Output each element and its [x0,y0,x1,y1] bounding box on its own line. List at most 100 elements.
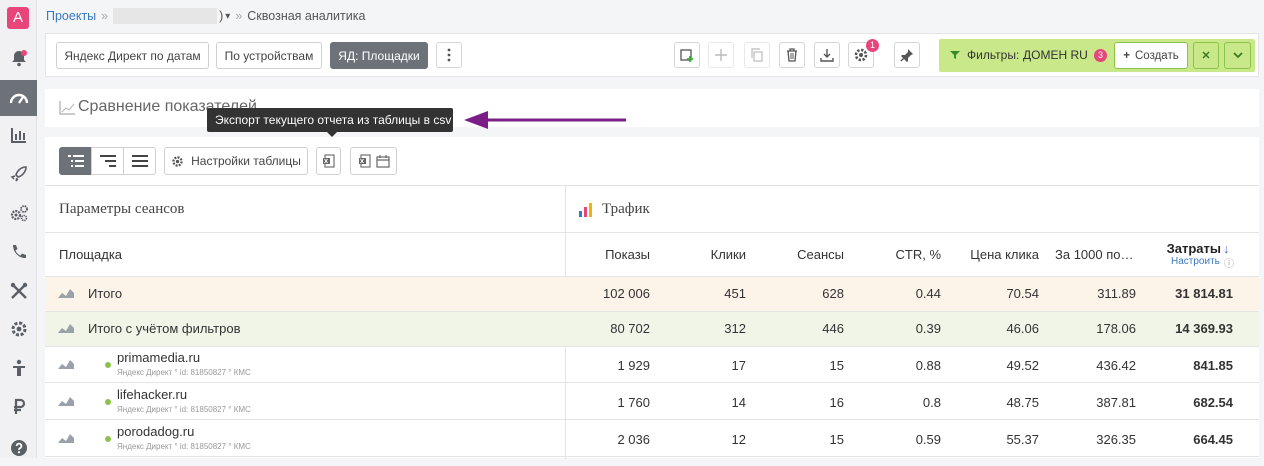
column-header-cpc[interactable]: Цена клика [955,247,1039,262]
tools-icon[interactable] [0,273,37,309]
cell-impressions: 80 702 [610,321,650,336]
column-header-per-1000[interactable]: За 1000 по… [1055,247,1134,262]
app-logo[interactable]: A [7,7,29,29]
more-vertical-icon [447,48,451,62]
cell-cost: 682.54 [1193,395,1233,410]
column-header-ctr[interactable]: CTR, % [865,247,942,262]
copy-button[interactable] [744,42,770,68]
settings-icon[interactable] [0,311,37,347]
report-button-yandex-by-dates[interactable]: Яндекс Директ по датам [56,42,209,69]
trend-icon[interactable] [58,433,74,443]
sidebar: A [0,0,37,458]
add-button[interactable] [708,42,734,68]
cell-cpc: 48.75 [1006,395,1039,410]
cell-impressions: 2 036 [617,432,650,447]
cell-cost: 31 814.81 [1175,286,1233,301]
download-button[interactable] [814,42,840,68]
cell-sessions: 15 [829,358,844,373]
cell-clicks: 17 [731,358,746,373]
breadcrumb-projects-link[interactable]: Проекты [46,9,96,23]
chevron-down-icon[interactable]: ▾ [225,11,230,22]
cell-sessions: 15 [829,432,844,447]
excel-file-icon [322,154,335,168]
filter-dropdown-button[interactable] [1224,42,1251,69]
rocket-icon[interactable] [0,156,37,192]
view-flat-button[interactable] [123,147,156,175]
help-icon[interactable] [0,430,37,466]
create-filter-label: Создать [1135,49,1179,62]
delete-button[interactable] [779,42,805,68]
sort-desc-icon[interactable]: ↓ [1223,241,1230,256]
tree-list-icon [67,155,84,167]
report-button-yd-sites[interactable]: ЯД: Площадки [330,42,428,69]
trend-icon[interactable] [58,359,74,369]
add-report-button[interactable] [674,42,700,68]
row-site-meta: Яндекс Директ ° id: 81850827 ° КМС [117,405,251,414]
breadcrumb-separator: » [101,9,109,23]
phone-icon[interactable] [0,234,37,270]
view-indent-button[interactable] [91,147,124,175]
active-filter[interactable]: ДОМЕН RU [1023,48,1088,62]
cell-impressions: 1 760 [617,395,650,410]
help-icon[interactable]: ⓘ [1224,255,1234,270]
excel-file-icon [358,154,371,168]
plus-icon: + [1123,49,1130,62]
create-filter-button[interactable]: + Создать [1114,42,1188,69]
cell-cpc: 46.06 [1006,321,1039,336]
breadcrumb-separator: » [235,9,243,23]
cell-per-1000: 387.81 [1096,395,1136,410]
column-header-impressions[interactable]: Показы [565,247,650,262]
cell-cost: 841.85 [1193,358,1233,373]
cell-impressions: 1 929 [617,358,650,373]
ruble-icon[interactable] [0,389,37,425]
user-icon[interactable] [0,350,37,386]
cell-clicks: 14 [731,395,746,410]
row-site-name[interactable]: lifehacker.ru [117,387,187,402]
row-name: Итого [88,286,123,301]
pin-button[interactable] [894,42,920,68]
gears-icon[interactable] [0,195,37,231]
export-csv-button[interactable] [316,147,341,175]
calendar-icon [375,155,390,168]
cell-per-1000: 178.06 [1096,321,1136,336]
dashboard-icon[interactable] [0,80,37,116]
row-site-name[interactable]: primamedia.ru [117,350,200,365]
row-divider [45,419,1259,420]
cell-clicks: 312 [724,321,746,336]
project-name-redacted[interactable] [113,8,218,24]
row-site-name[interactable]: porodadog.ru [117,424,194,439]
report-button-by-devices[interactable]: По устройствам [216,42,322,69]
cell-sessions: 16 [829,395,844,410]
reports-icon[interactable] [0,117,37,153]
plus-icon [715,49,727,61]
column-header-clicks[interactable]: Клики [665,247,746,262]
column-header-cost[interactable]: Затраты [1145,241,1221,256]
notifications-icon[interactable] [0,40,37,76]
cell-clicks: 451 [724,286,746,301]
trend-icon[interactable] [58,288,74,298]
group-header-traffic: Трафик [602,201,650,217]
clear-filter-button[interactable]: ✕ [1193,42,1219,69]
view-tree-button[interactable] [59,147,92,175]
trend-icon[interactable] [58,396,74,406]
cell-per-1000: 326.35 [1096,432,1136,447]
annotation-arrow [464,111,626,129]
more-options-button[interactable] [436,42,462,68]
breadcrumb-project-suffix: ) [219,9,224,23]
filter-count-badge: 3 [1094,49,1107,62]
configure-column-link[interactable]: Настроить [1171,256,1220,267]
table-settings-button[interactable]: Настройки таблицы [164,147,308,175]
settings-badge: 1 [866,39,879,52]
cell-sessions: 446 [822,321,844,336]
column-header-site[interactable]: Площадка [59,247,122,262]
trend-icon[interactable] [58,323,74,333]
gear-icon [172,155,183,167]
scheduled-export-button[interactable] [350,147,397,175]
group-header-session-params: Параметры сеансов [59,201,185,217]
export-csv-tooltip: Экспорт текущего отчета из таблицы в csv [207,108,453,137]
cell-clicks: 12 [731,432,746,447]
table-toolbar: Настройки таблицы [45,137,1259,185]
report-toolbar: Яндекс Директ по датам По устройствам ЯД… [45,33,1259,77]
column-header-sessions[interactable]: Сеансы [765,247,844,262]
row-site-meta: Яндекс Директ ° id: 81850827 ° КМС [117,368,251,377]
